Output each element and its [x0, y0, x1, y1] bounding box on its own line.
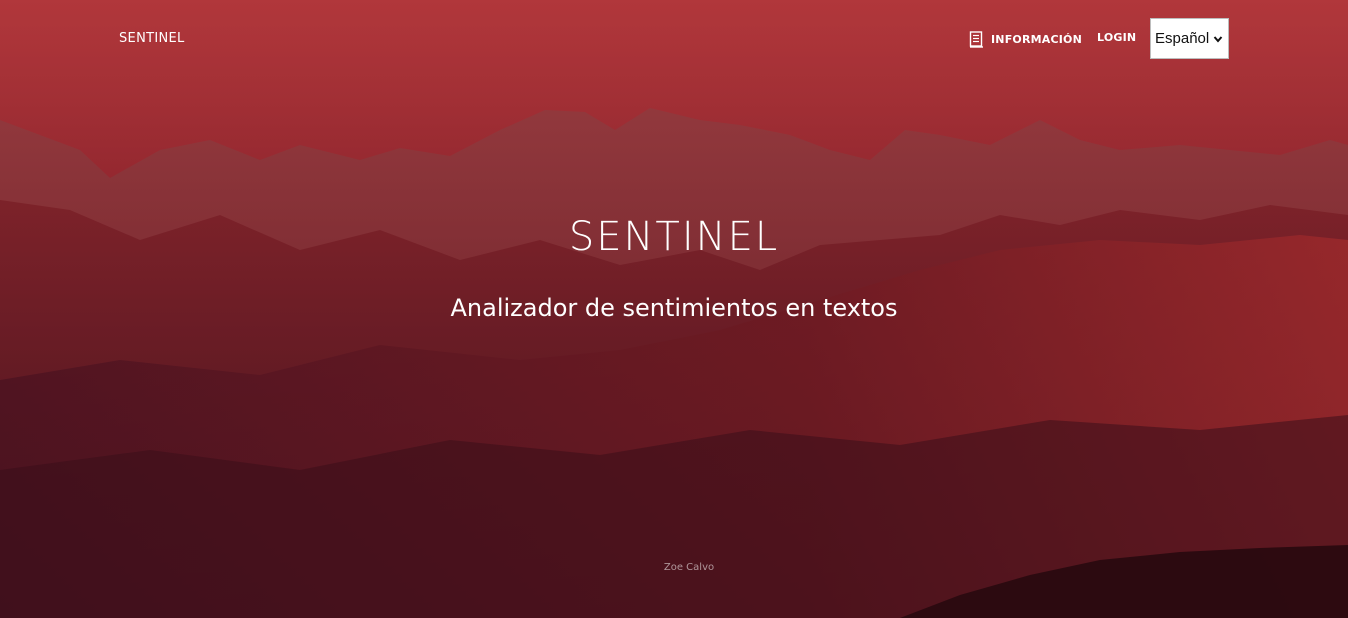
nav-link-informacion-label: INFORMACIÓN: [991, 32, 1083, 46]
language-selected-value: Español: [1155, 30, 1210, 47]
nav-link-informacion[interactable]: INFORMACIÓN: [969, 30, 1082, 48]
top-navbar: SENTINEL INFORMACIÓN LOGIN Español: [0, 0, 1348, 78]
hero-subtitle: Analizador de sentimientos en textos: [450, 294, 898, 322]
brand-link[interactable]: SENTINEL: [119, 31, 185, 46]
language-select[interactable]: Español: [1150, 18, 1229, 59]
nav-link-login[interactable]: LOGIN: [1097, 31, 1136, 44]
hero-title: SENTINEL: [568, 214, 780, 260]
document-icon: [969, 30, 983, 48]
author-credit: Zoe Calvo: [663, 562, 715, 573]
chevron-down-icon: [1213, 35, 1223, 43]
